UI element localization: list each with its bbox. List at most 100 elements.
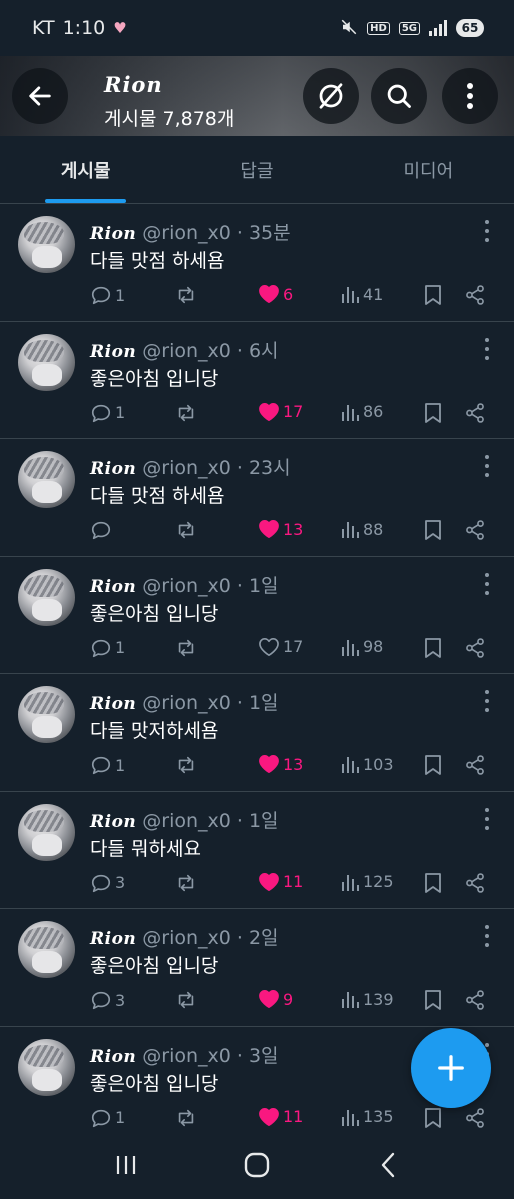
avatar[interactable]	[18, 451, 75, 508]
post-item[interactable]: Rion @rion_x0 · 35분 다들 맛점 하세욤 1 6 41	[0, 204, 514, 322]
reply-button[interactable]	[90, 519, 115, 541]
post-meta: Rion @rion_x0 · 6시	[90, 336, 279, 363]
profile-tabs: 게시물 답글 미디어	[0, 136, 514, 204]
share-button[interactable]	[464, 872, 486, 894]
share-button[interactable]	[464, 519, 486, 541]
like-button[interactable]: 11	[258, 1107, 303, 1127]
share-button[interactable]	[464, 989, 486, 1011]
bookmark-button[interactable]	[424, 637, 442, 659]
clock: 1:10	[62, 17, 106, 39]
post-menu-button[interactable]	[482, 572, 492, 595]
views-button[interactable]: 125	[340, 872, 394, 892]
bookmark-button[interactable]	[424, 284, 442, 306]
post-item[interactable]: Rion @rion_x0 · 1일 좋은아침 입니당 1 17 98	[0, 557, 514, 674]
post-time: · 2일	[236, 927, 279, 949]
share-button[interactable]	[464, 402, 486, 424]
like-button[interactable]: 17	[258, 637, 303, 657]
bookmark-button[interactable]	[424, 402, 442, 424]
bookmark-button[interactable]	[424, 989, 442, 1011]
post-item[interactable]: Rion @rion_x0 · 2일 좋은아침 입니당 3 9 139	[0, 909, 514, 1027]
repost-icon	[178, 286, 194, 304]
repost-button[interactable]	[174, 637, 198, 659]
views-button[interactable]: 41	[340, 284, 383, 304]
post-meta: Rion @rion_x0 · 1일	[90, 806, 279, 833]
repost-button[interactable]	[174, 1107, 198, 1129]
search-button[interactable]	[371, 68, 427, 124]
avatar[interactable]	[18, 216, 75, 273]
reply-icon	[91, 1109, 111, 1127]
post-menu-button[interactable]	[482, 690, 492, 712]
like-button[interactable]: 13	[258, 519, 303, 539]
reply-icon	[91, 991, 111, 1010]
post-item[interactable]: Rion @rion_x0 · 1일 다들 뭐하세요 3 11 125	[0, 792, 514, 909]
avatar[interactable]	[18, 568, 75, 626]
home-button[interactable]	[227, 1140, 287, 1190]
post-menu-button[interactable]	[482, 455, 492, 477]
compose-post-button[interactable]	[411, 1028, 491, 1108]
post-menu-button[interactable]	[482, 337, 492, 360]
repost-button[interactable]	[174, 989, 198, 1011]
repost-button[interactable]	[174, 519, 198, 541]
repost-button[interactable]	[174, 402, 198, 424]
reply-count: 1	[115, 755, 126, 775]
back-button[interactable]	[12, 68, 68, 124]
tab-posts[interactable]: 게시물	[0, 136, 171, 203]
reply-button[interactable]: 1	[90, 637, 125, 659]
views-button[interactable]: 139	[340, 989, 394, 1009]
repost-button[interactable]	[174, 284, 198, 306]
views-button[interactable]: 135	[340, 1107, 394, 1127]
tab-media[interactable]: 미디어	[343, 136, 514, 203]
bookmark-button[interactable]	[424, 872, 442, 894]
post-time: · 1일	[236, 692, 279, 714]
post-item[interactable]: Rion @rion_x0 · 1일 다들 맛저하세욤 1 13 103	[0, 674, 514, 792]
avatar[interactable]	[18, 921, 75, 978]
share-button[interactable]	[464, 637, 486, 659]
views-button[interactable]: 103	[340, 754, 394, 774]
reply-button[interactable]: 1	[90, 754, 125, 776]
like-button[interactable]: 9	[258, 989, 293, 1009]
like-button[interactable]: 6	[258, 284, 293, 304]
avatar[interactable]	[18, 333, 75, 391]
like-button[interactable]: 13	[258, 754, 303, 774]
bookmark-button[interactable]	[424, 754, 442, 776]
reply-icon	[91, 521, 111, 540]
reply-button[interactable]: 3	[90, 989, 125, 1011]
views-button[interactable]: 86	[340, 402, 383, 422]
bookmark-button[interactable]	[424, 519, 442, 541]
post-item[interactable]: Rion @rion_x0 · 23시 다들 맛점 하세욤 13 88	[0, 439, 514, 557]
avatar[interactable]	[18, 1038, 75, 1096]
like-button[interactable]: 17	[258, 402, 303, 422]
tab-replies[interactable]: 답글	[171, 136, 342, 203]
repost-icon	[178, 991, 194, 1009]
like-button[interactable]: 11	[258, 872, 303, 892]
more-options-button[interactable]	[442, 68, 498, 124]
grok-button[interactable]	[303, 68, 359, 124]
reply-button[interactable]: 1	[90, 402, 125, 424]
repost-icon	[178, 756, 194, 774]
reply-button[interactable]: 1	[90, 284, 125, 306]
battery-indicator: 65	[456, 19, 484, 37]
post-text: 다들 맛점 하세욤	[90, 485, 225, 507]
reply-button[interactable]: 3	[90, 872, 125, 894]
author-name: Rion	[90, 1046, 137, 1067]
repost-icon	[178, 639, 194, 656]
share-button[interactable]	[464, 284, 486, 306]
back-nav-button[interactable]	[358, 1140, 418, 1190]
reply-icon	[91, 874, 111, 892]
share-button[interactable]	[464, 754, 486, 776]
repost-button[interactable]	[174, 872, 198, 894]
views-button[interactable]: 88	[340, 519, 383, 539]
post-menu-button[interactable]	[482, 807, 492, 830]
avatar[interactable]	[18, 686, 75, 743]
reply-button[interactable]: 1	[90, 1107, 125, 1129]
post-menu-button[interactable]	[482, 220, 492, 242]
post-menu-button[interactable]	[482, 925, 492, 947]
repost-button[interactable]	[174, 754, 198, 776]
share-button[interactable]	[464, 1107, 486, 1129]
views-button[interactable]: 98	[340, 637, 383, 657]
bookmark-button[interactable]	[424, 1107, 442, 1129]
reply-count: 1	[115, 403, 126, 422]
avatar[interactable]	[18, 803, 75, 861]
post-item[interactable]: Rion @rion_x0 · 6시 좋은아침 입니당 1 17 86	[0, 322, 514, 439]
recent-apps-button[interactable]	[96, 1140, 156, 1190]
